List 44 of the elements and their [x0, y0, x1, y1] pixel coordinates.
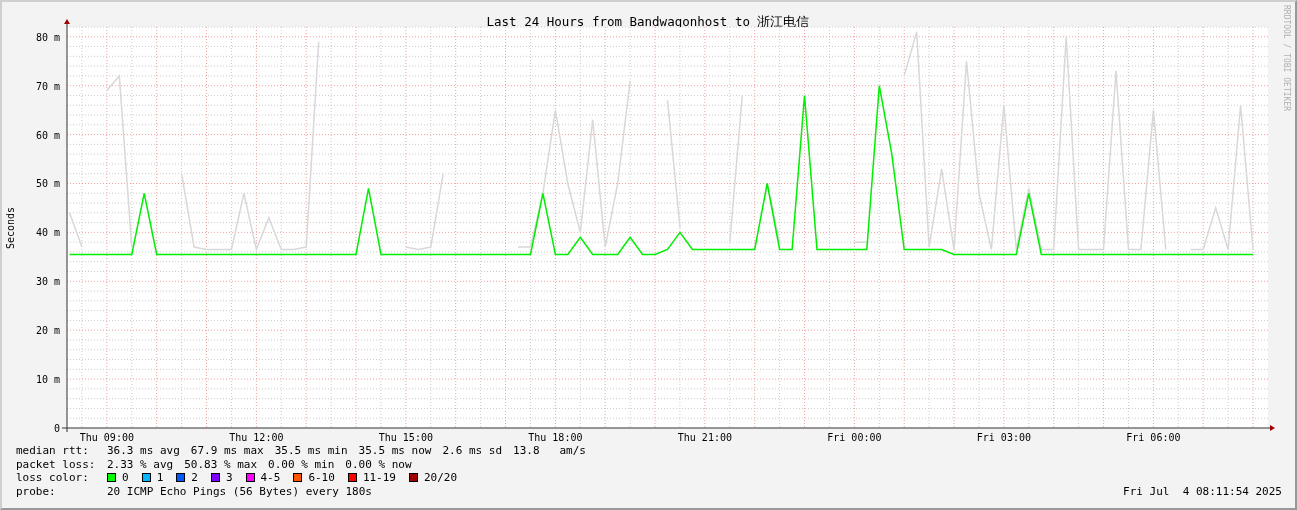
swatch-label: 3: [225, 471, 233, 485]
y-tick-label: 40 m: [35, 227, 60, 239]
stat-value: 0.00 % now: [345, 457, 412, 471]
y-axis-label: Seconds: [5, 206, 16, 250]
stat-value: 0.00 % min: [268, 457, 335, 471]
x-tick-label: Fri 06:00: [1126, 432, 1181, 443]
y-tick-label: 20 m: [35, 325, 60, 337]
stat-value: 13.8 am/s: [513, 444, 586, 458]
stat-value: 50.83 % max: [184, 457, 258, 471]
stat-value: 2.33 % avg: [107, 457, 174, 471]
swatch-label: 0: [122, 471, 129, 485]
swatch-label: 1: [156, 471, 164, 485]
swatch-label: 20/20: [424, 471, 458, 485]
swatch-label: 6-10: [308, 471, 335, 485]
legend-label: probe:: [16, 484, 57, 498]
x-tick-label: Thu 12:00: [229, 432, 284, 443]
y-tick-label: 80 m: [35, 31, 60, 43]
chart-title: Last 24 Hours from Bandwagonhost to 浙江电信: [486, 14, 810, 29]
swatch-label: 2: [191, 471, 198, 485]
stat-value: 35.5 ms now: [358, 444, 432, 458]
timestamp: Fri Jul 4 08:11:54 2025: [1123, 484, 1282, 498]
x-tick-label: Thu 21:00: [677, 432, 732, 443]
legend-label: packet loss:: [16, 457, 97, 471]
y-tick-label: 0: [53, 423, 60, 434]
swatch-label: 4-5: [260, 471, 281, 485]
side-note: RRDTOOL / TOBI OETIKER: [1282, 5, 1291, 111]
y-tick-label: 50 m: [35, 178, 60, 190]
y-tick-label: 70 m: [35, 80, 60, 92]
stat-value: 67.9 ms max: [190, 444, 264, 458]
x-tick-label: Thu 15:00: [378, 432, 433, 443]
x-tick-label: Thu 18:00: [528, 432, 583, 443]
probe-text: 20 ICMP Echo Pings (56 Bytes) every 180s: [107, 484, 373, 498]
swatch-label: 11-19: [362, 471, 396, 485]
x-tick-label: Fri 03:00: [976, 432, 1031, 443]
legend-label: median rtt:: [16, 444, 90, 458]
y-tick-label: 30 m: [35, 276, 60, 288]
x-tick-label: Thu 09:00: [79, 432, 134, 443]
y-tick-label: 10 m: [35, 374, 60, 386]
legend-label: loss color:: [16, 471, 90, 485]
stat-value: 2.6 ms sd: [442, 444, 503, 458]
stat-value: 35.5 ms min: [274, 444, 348, 458]
x-tick-label: Fri 00:00: [827, 432, 882, 443]
stat-value: 36.3 ms avg: [107, 444, 180, 458]
y-tick-label: 60 m: [35, 129, 60, 141]
